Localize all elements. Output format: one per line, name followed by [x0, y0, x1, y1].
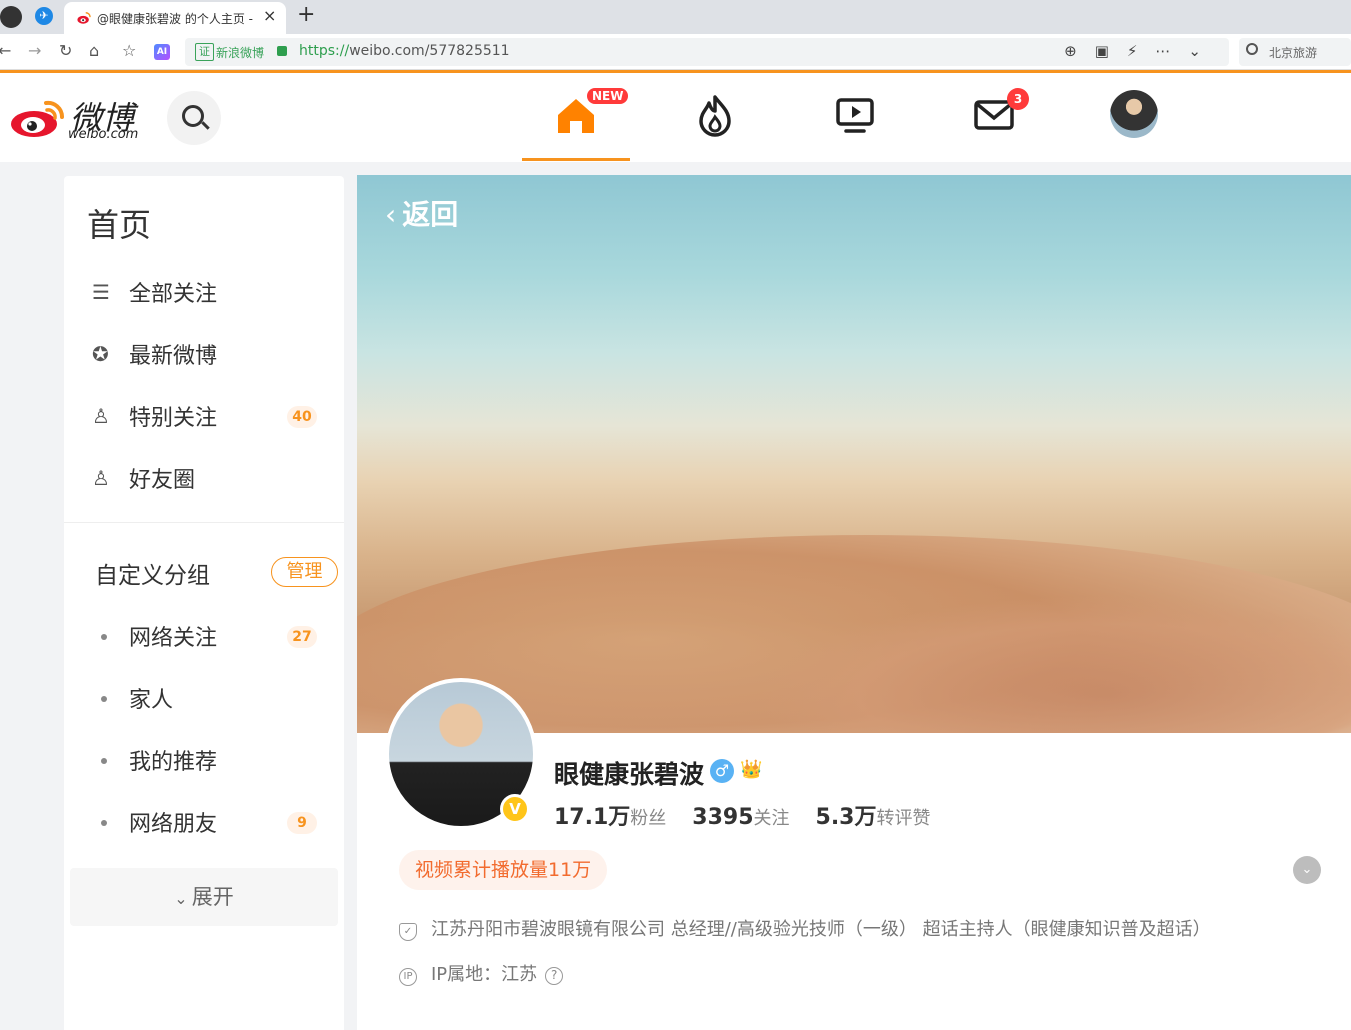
ip-location: IP属地：江苏: [431, 964, 538, 985]
engagement-count: 5.3万: [815, 805, 877, 830]
certificate-badge[interactable]: 证: [195, 43, 214, 61]
profile-stats: 17.1万粉丝 3395关注 5.3万转评赞: [554, 799, 957, 831]
shield-icon: ✓: [399, 923, 417, 941]
sidebar-group-item[interactable]: 家人: [89, 678, 329, 718]
chevron-left-icon: ‹: [385, 198, 397, 231]
sidebar-group-label: 我的推荐: [129, 750, 218, 775]
bullet-dot: [101, 696, 107, 702]
pinned-tab-icon[interactable]: ✈: [35, 7, 53, 25]
expand-label: 展开: [191, 885, 234, 909]
nav-video-icon[interactable]: [831, 91, 879, 139]
sidebar-item-label: 好友圈: [129, 468, 196, 493]
custom-groups-title: 自定义分组: [95, 563, 210, 589]
list-icon: ☰: [92, 280, 110, 304]
ai-assistant-icon[interactable]: AI: [154, 44, 170, 60]
bullet-dot: [101, 634, 107, 640]
followers-count[interactable]: 17.1万: [554, 805, 630, 830]
home-icon[interactable]: ⌂: [89, 41, 99, 60]
browser-tab-bar: ✈ @眼健康张碧波 的个人主页 - × +: [0, 0, 1351, 34]
url-text[interactable]: https://weibo.com/577825511: [299, 43, 510, 59]
following-count[interactable]: 3395: [692, 805, 753, 830]
video-plays-badge[interactable]: 视频累计播放量11万: [399, 850, 608, 890]
messages-count-badge: 3: [1007, 88, 1029, 110]
header-avatar[interactable]: [1110, 90, 1158, 138]
profile-card: ‹ 返回 V 眼健康张碧波 ♂ 👑 17.1万粉丝 3395关注 5.3万转评赞 视频…: [357, 175, 1351, 1030]
bullet-dot: [101, 820, 107, 826]
weibo-favicon-icon: [77, 12, 91, 24]
expand-groups-button[interactable]: ⌄ 展开: [70, 868, 338, 926]
panda-tab-icon[interactable]: [0, 6, 22, 28]
user-friends-icon: ♙: [92, 466, 110, 490]
ip-location-row: IP IP属地：江苏?: [399, 960, 564, 986]
engagement-label: 转评赞: [876, 808, 931, 829]
tab-weibo-profile[interactable]: @眼健康张碧波 的个人主页 - ×: [64, 2, 286, 34]
profile-bio: 江苏丹阳市碧波眼镜有限公司 总经理//高级验光技师（一级） 超话主持人（眼健康知…: [431, 919, 1211, 940]
verified-badge-icon: V: [500, 794, 530, 824]
manage-groups-button[interactable]: 管理: [271, 557, 338, 587]
back-label: 返回: [402, 198, 459, 231]
new-tab-icon[interactable]: +: [297, 2, 315, 27]
sidebar-title: 首页: [87, 206, 152, 244]
expand-profile-info-button[interactable]: ⌄: [1293, 856, 1321, 884]
super-topic-host-icon: 👑: [740, 759, 763, 780]
chevron-down-icon: ⌄: [174, 889, 188, 908]
lock-icon[interactable]: [277, 46, 287, 56]
sidebar-group-item[interactable]: 网络关注 27: [89, 616, 329, 656]
left-sidebar: 首页 ☰ 全部关注 ✪ 最新微博 ♙ 特别关注 40 ♙ 好友圈 自定义分组 管…: [64, 176, 344, 1030]
sidebar-item-label: 特别关注: [129, 406, 218, 431]
logo-subtext: weibo.com: [68, 127, 139, 142]
sidebar-item-label: 全部关注: [129, 282, 218, 307]
user-heart-icon: ♙: [92, 404, 110, 428]
star-circle-icon: ✪: [92, 342, 109, 366]
followers-label[interactable]: 粉丝: [630, 808, 666, 829]
browser-search-box[interactable]: 北京旅游: [1239, 38, 1351, 66]
unread-count-badge: 40: [287, 406, 317, 428]
unread-count-badge: 27: [287, 626, 317, 648]
url-scheme: https://: [299, 43, 350, 59]
sidebar-divider: [64, 522, 344, 523]
sidebar-group-item[interactable]: 网络朋友 9: [89, 802, 329, 842]
ip-icon: IP: [399, 968, 417, 986]
tab-title: @眼健康张碧波 的个人主页 -: [97, 12, 253, 26]
search-icon: [1246, 43, 1258, 55]
sidebar-group-label: 网络朋友: [129, 812, 218, 837]
sidebar-item-special-following[interactable]: ♙ 特别关注 40: [89, 396, 329, 436]
browser-toolbar: ← → ↻ ⌂ ☆ AI 证 新浪微博 https://weibo.com/57…: [0, 34, 1351, 70]
address-bar-actions[interactable]: ⊕▣⚡⋯⌄: [1064, 42, 1219, 60]
sidebar-item-latest[interactable]: ✪ 最新微博: [89, 334, 329, 374]
profile-bio-row: ✓ 江苏丹阳市碧波眼镜有限公司 总经理//高级验光技师（一级） 超话主持人（眼健康…: [399, 915, 1211, 941]
active-nav-underline: [522, 158, 630, 161]
site-name: 新浪微博: [216, 46, 265, 60]
sidebar-item-all-following[interactable]: ☰ 全部关注: [89, 272, 329, 312]
nav-hot-icon[interactable]: [691, 91, 739, 139]
address-bar[interactable]: 证 新浪微博 https://weibo.com/577825511 ⊕▣⚡⋯⌄: [185, 38, 1229, 66]
reload-icon[interactable]: ↻: [59, 41, 72, 60]
header-search-button[interactable]: [167, 91, 221, 145]
back-button[interactable]: ‹ 返回: [385, 193, 458, 233]
bullet-dot: [101, 758, 107, 764]
sidebar-group-label: 网络关注: [129, 626, 218, 651]
male-gender-icon: ♂: [710, 759, 734, 783]
weibo-logo[interactable]: 微博 weibo.com: [10, 91, 160, 142]
sidebar-group-item[interactable]: 我的推荐: [89, 740, 329, 780]
help-question-icon[interactable]: ?: [545, 967, 564, 985]
weibo-header: 微博 weibo.com NEW 3: [0, 73, 1351, 162]
profile-cover-image: ‹ 返回: [357, 175, 1351, 733]
back-arrow-icon[interactable]: ←: [0, 41, 11, 60]
favorites-icon[interactable]: ☆: [122, 41, 136, 60]
sidebar-item-label: 最新微博: [129, 344, 218, 369]
forward-arrow-icon[interactable]: →: [28, 41, 41, 60]
close-tab-icon[interactable]: ×: [263, 6, 276, 25]
profile-name: 眼健康张碧波: [554, 760, 705, 789]
search-suggestion: 北京旅游: [1269, 46, 1318, 60]
sidebar-item-friends-circle[interactable]: ♙ 好友圈: [89, 458, 329, 498]
sidebar-group-label: 家人: [129, 688, 174, 713]
following-label[interactable]: 关注: [754, 808, 790, 829]
weibo-eye-logo-icon: [11, 100, 64, 137]
url-path: weibo.com/577825511: [349, 43, 510, 59]
unread-count-badge: 9: [287, 812, 317, 834]
home-new-badge: NEW: [587, 88, 629, 104]
